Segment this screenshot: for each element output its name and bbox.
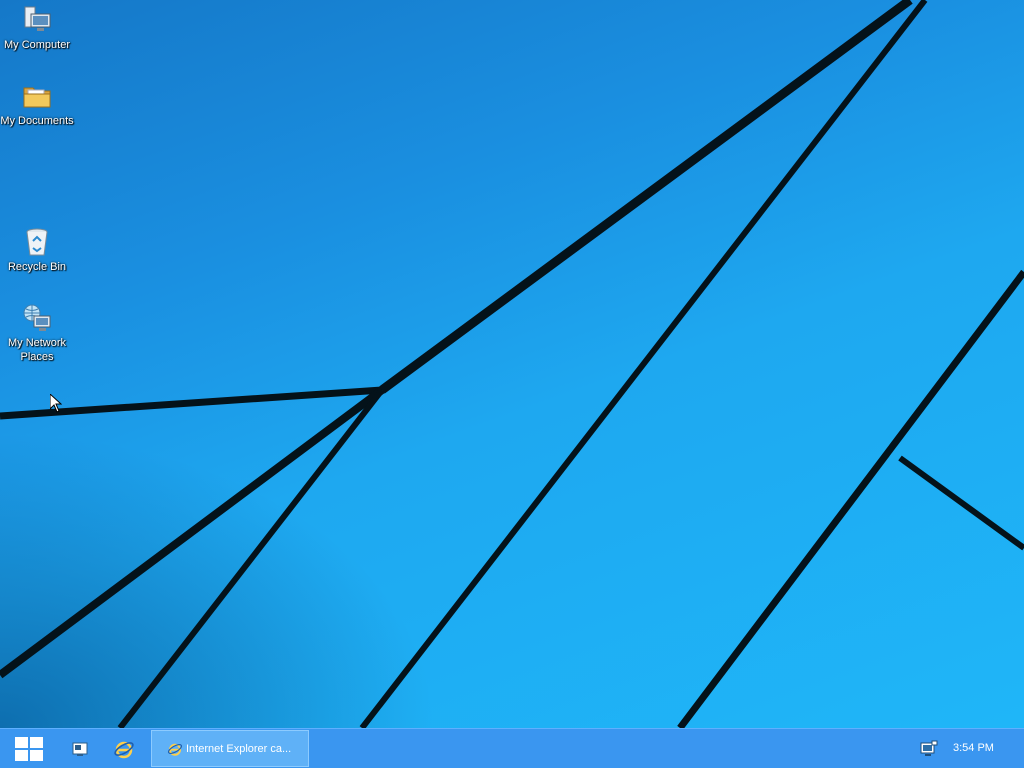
desktop[interactable]: My Computer My Documents Recycle Bin My … — [0, 0, 1024, 728]
taskbar-button-internet-explorer[interactable]: Internet Explorer ca... — [151, 730, 309, 767]
desktop-icon-my-computer[interactable]: My Computer — [0, 4, 74, 52]
recycle-bin-icon — [26, 228, 48, 256]
start-button[interactable] — [12, 734, 46, 764]
taskbar-button-label: Internet Explorer ca... — [186, 743, 292, 755]
internet-explorer-icon[interactable] — [113, 738, 135, 760]
desktop-icon-recycle-bin[interactable]: Recycle Bin — [0, 226, 74, 274]
desktop-icon-label: My Computer — [3, 39, 71, 51]
taskbar: Internet Explorer ca... 3:54 PM — [0, 728, 1024, 768]
network-places-icon — [23, 304, 51, 331]
windows-logo-icon — [15, 737, 43, 761]
desktop-icon-label: Recycle Bin — [7, 261, 67, 273]
internet-explorer-icon — [167, 743, 183, 756]
network-monitor-icon[interactable] — [920, 740, 938, 758]
desktop-icon-my-network-places[interactable]: My Network Places — [0, 302, 74, 364]
desktop-icon-label: My Network Places — [7, 337, 67, 363]
clock[interactable]: 3:54 PM — [953, 742, 994, 754]
desktop-icon-label: My Documents — [0, 115, 74, 127]
computer-icon — [24, 6, 51, 31]
wallpaper-lines — [0, 0, 1024, 728]
show-desktop-icon[interactable] — [69, 738, 91, 760]
desktop-icon-my-documents[interactable]: My Documents — [0, 80, 74, 128]
mouse-cursor-icon — [50, 394, 62, 413]
folder-icon — [23, 87, 51, 108]
